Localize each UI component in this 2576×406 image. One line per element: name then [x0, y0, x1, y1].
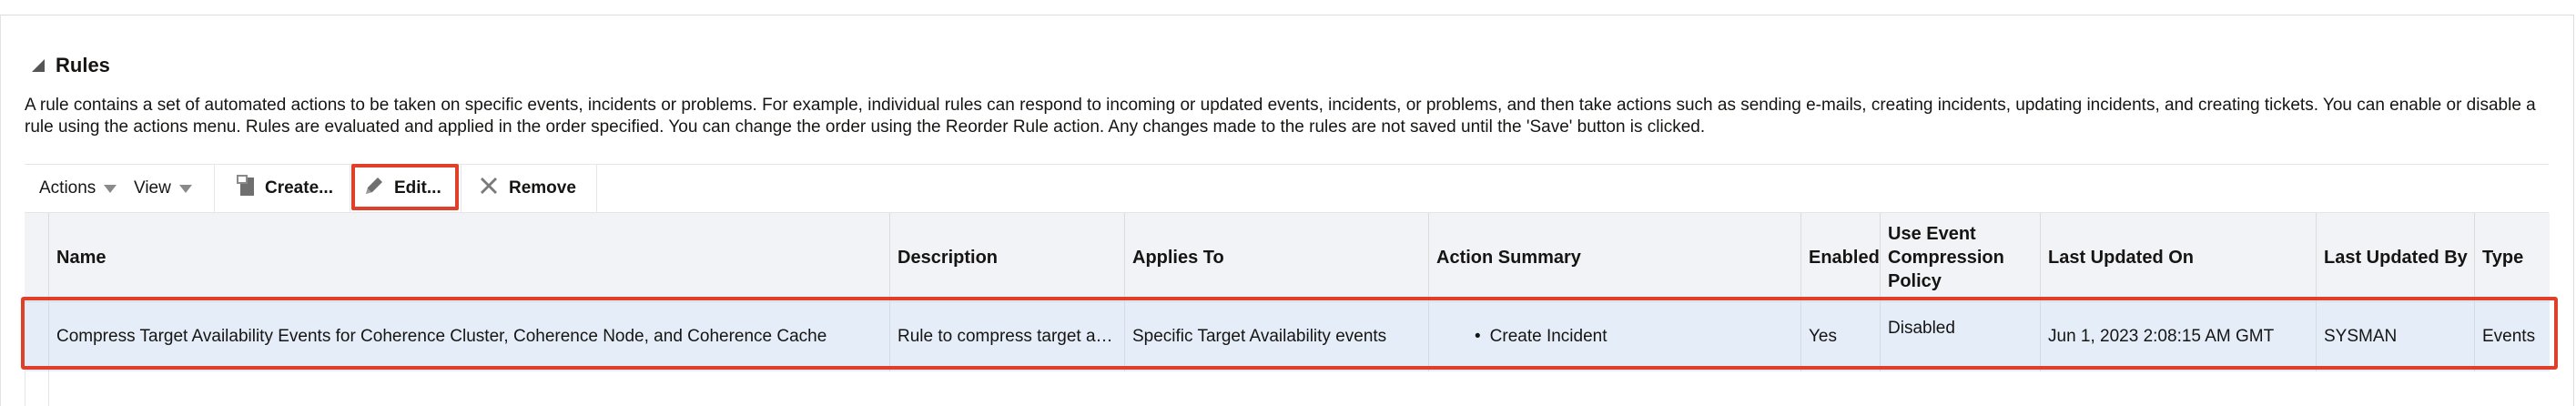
table-empty-area: [25, 371, 2550, 406]
selected-row-highlight: [21, 297, 2558, 370]
create-button[interactable]: Create...: [236, 165, 333, 212]
view-menu-label: View: [134, 178, 171, 198]
create-document-icon: [236, 174, 256, 203]
view-menu[interactable]: View: [134, 165, 192, 212]
column-line: [48, 371, 49, 406]
column-header-name[interactable]: Name: [48, 213, 889, 302]
edit-button-highlight: [351, 164, 459, 210]
collapse-triangle-icon[interactable]: [32, 59, 45, 72]
column-header-action-summary[interactable]: Action Summary: [1428, 213, 1800, 302]
column-header-last-updated-by[interactable]: Last Updated By: [2316, 213, 2474, 302]
create-button-label: Create...: [265, 178, 333, 198]
toolbar-divider: [214, 165, 215, 212]
remove-x-icon: [478, 175, 500, 202]
actions-menu[interactable]: Actions: [39, 165, 117, 212]
actions-menu-label: Actions: [39, 178, 96, 198]
column-header-applies-to[interactable]: Applies To: [1124, 213, 1428, 302]
section-title: Rules: [56, 54, 110, 76]
rules-description: A rule contains a set of automated actio…: [25, 96, 2536, 137]
remove-button-label: Remove: [509, 178, 576, 198]
column-header-last-updated-on[interactable]: Last Updated On: [2040, 213, 2316, 302]
rules-section-header[interactable]: Rules: [32, 50, 110, 81]
toolbar-divider: [596, 165, 597, 212]
column-header-description[interactable]: Description: [889, 213, 1124, 302]
row-selector-header: [25, 213, 48, 302]
column-header-compression-policy[interactable]: Use Event Compression Policy: [1880, 213, 2040, 302]
table-header-row: Name Description Applies To Action Summa…: [25, 213, 2550, 302]
column-header-type[interactable]: Type: [2474, 213, 2550, 302]
view-chevron-down-icon: [178, 184, 192, 193]
actions-chevron-down-icon: [104, 184, 117, 193]
column-header-enabled[interactable]: Enabled: [1800, 213, 1880, 302]
remove-button[interactable]: Remove: [478, 165, 576, 212]
